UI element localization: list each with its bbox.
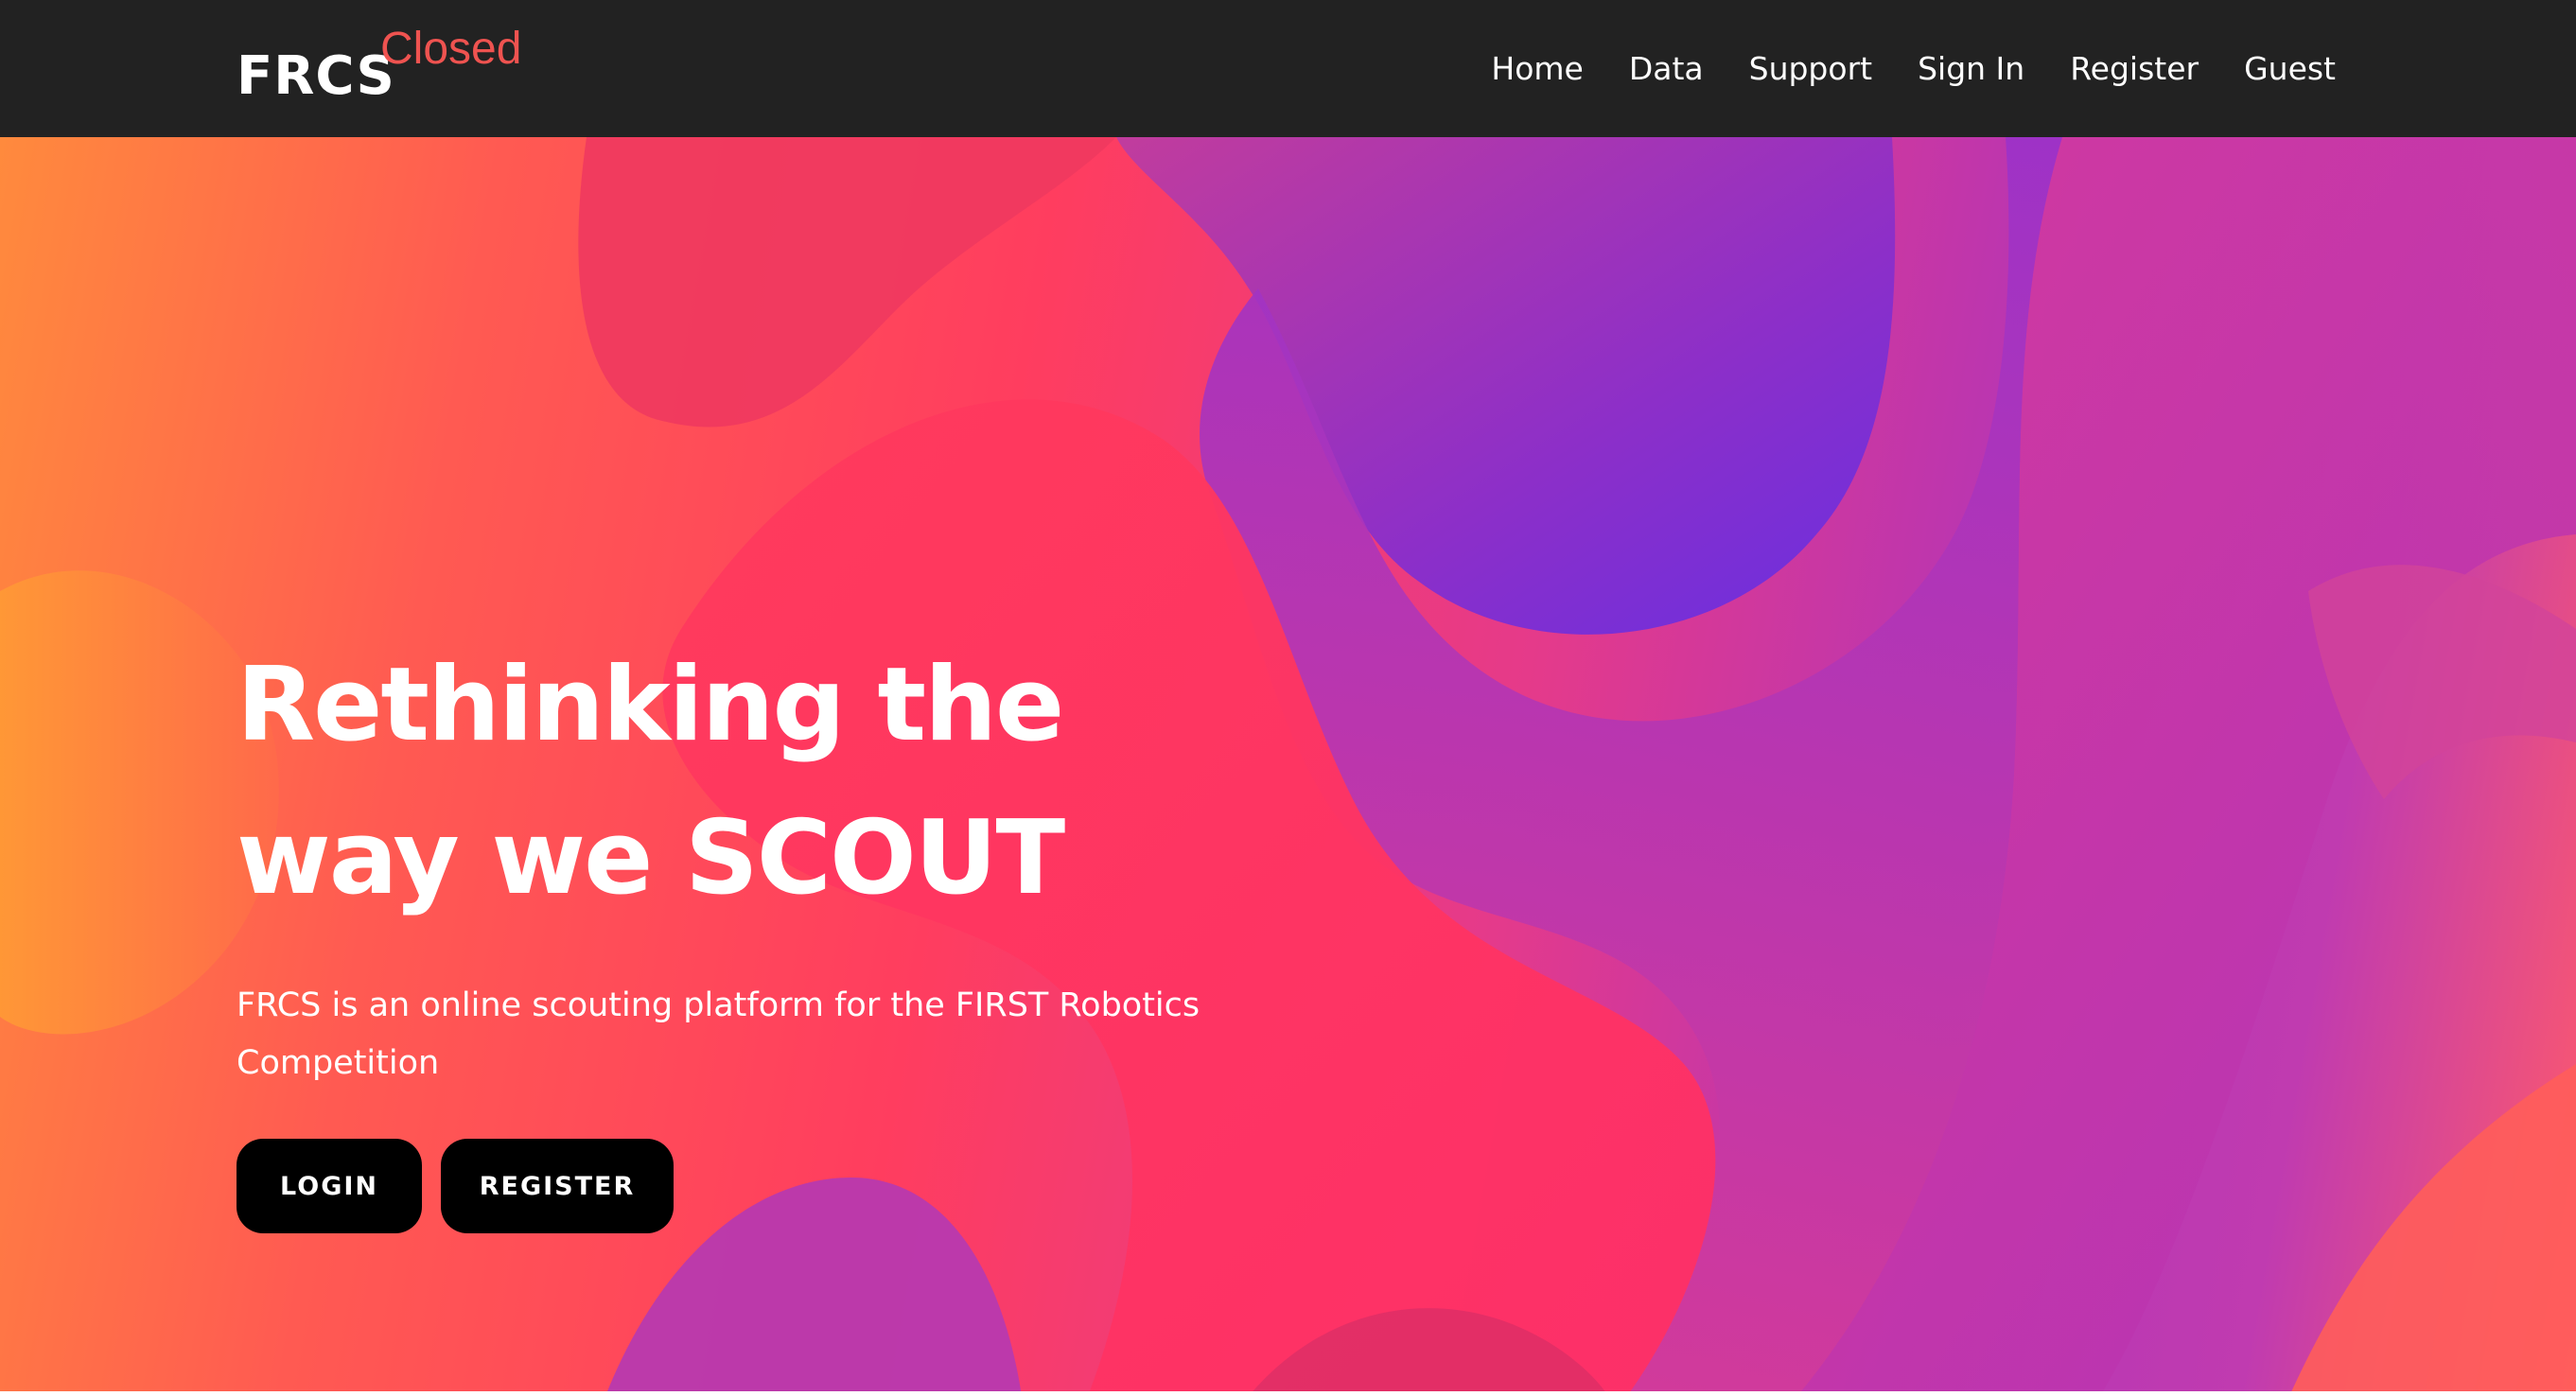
page: FRCS Closed Home Data Support Sign In Re… xyxy=(0,0,2576,1396)
nav-link-data[interactable]: Data xyxy=(1629,50,1704,87)
hero-title-line-1: Rethinking the xyxy=(237,646,1064,764)
hero-title-line-2: way we SCOUT xyxy=(237,799,1065,917)
hero-section: Rethinking the way we SCOUT FRCS is an o… xyxy=(0,137,2576,1396)
nav-link-home[interactable]: Home xyxy=(1491,50,1583,87)
hero-subtitle: FRCS is an online scouting platform for … xyxy=(237,986,1200,1082)
top-navbar: FRCS Closed Home Data Support Sign In Re… xyxy=(0,0,2576,137)
login-button[interactable]: LOGIN xyxy=(237,1139,422,1233)
nav-link-support[interactable]: Support xyxy=(1749,50,1872,87)
hero-buttons: LOGIN REGISTER xyxy=(237,1139,674,1233)
nav-link-register[interactable]: Register xyxy=(2070,50,2199,87)
brand-name: FRCS xyxy=(237,45,395,107)
nav-links: Home Data Support Sign In Register Guest xyxy=(1491,0,2336,137)
nav-link-sign-in[interactable]: Sign In xyxy=(1918,50,2024,87)
hero-title: Rethinking the way we SCOUT xyxy=(237,629,1183,935)
nav-link-guest[interactable]: Guest xyxy=(2244,50,2336,87)
register-button[interactable]: REGISTER xyxy=(441,1139,674,1233)
page-bottom-edge xyxy=(0,1391,2576,1396)
brand-status: Closed xyxy=(380,24,522,74)
